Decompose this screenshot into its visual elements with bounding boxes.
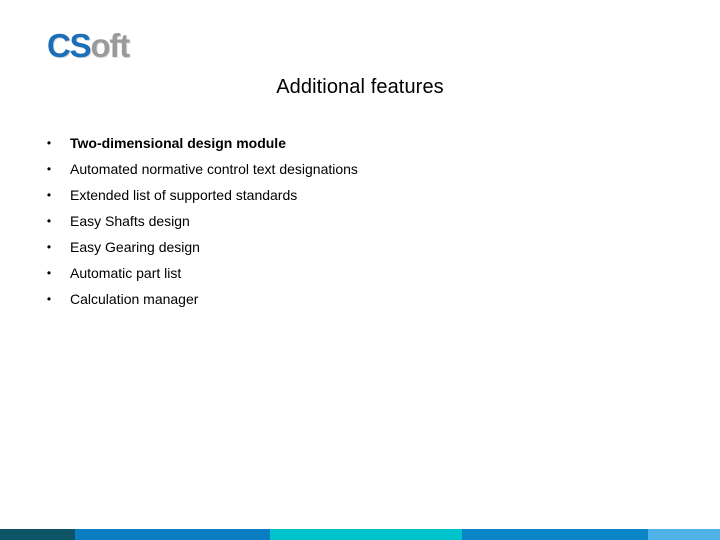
segment-cyan: [270, 529, 462, 540]
segment-light-blue: [648, 529, 720, 540]
bullet-dot-icon: •: [46, 136, 52, 150]
bullet-dot-icon: •: [46, 162, 52, 176]
slide-canvas: CSoft Additional features • Two-dimension…: [0, 0, 720, 540]
footer-color-bar: [0, 529, 720, 540]
list-item-label: Extended list of supported standards: [70, 187, 298, 203]
segment-blue: [75, 529, 270, 540]
list-item: • Two-dimensional design module: [40, 130, 670, 156]
list-item-label: Calculation manager: [70, 291, 199, 307]
list-item-label: Two-dimensional design module: [70, 135, 286, 151]
segment-dark-teal: [0, 529, 75, 540]
list-item: • Easy Gearing design: [40, 234, 670, 260]
list-item: • Automated normative control text design…: [40, 156, 670, 182]
segment-blue-2: [462, 529, 648, 540]
csoft-logo: CSoft: [47, 27, 130, 64]
logo-text-secondary: oft: [90, 27, 130, 64]
logo-text-primary: CS: [47, 27, 92, 64]
list-item-label: Easy Shafts design: [70, 213, 190, 229]
list-item-label: Automatic part list: [70, 265, 182, 281]
list-item-label: Automated normative control text designa…: [70, 161, 358, 177]
list-item-label: Easy Gearing design: [70, 239, 200, 255]
list-item: • Easy Shafts design: [40, 208, 670, 234]
bullet-dot-icon: •: [46, 292, 52, 306]
list-item: • Calculation manager: [40, 286, 670, 312]
bullet-dot-icon: •: [46, 266, 52, 280]
bullet-dot-icon: •: [46, 214, 52, 228]
list-item: • Extended list of supported standards: [40, 182, 670, 208]
bullet-dot-icon: •: [46, 188, 52, 202]
page-title: Additional features: [276, 76, 444, 98]
list-item: • Automatic part list: [40, 260, 670, 286]
feature-bullet-list: • Two-dimensional design module • Automated…: [40, 130, 670, 312]
bullet-dot-icon: •: [46, 240, 52, 254]
